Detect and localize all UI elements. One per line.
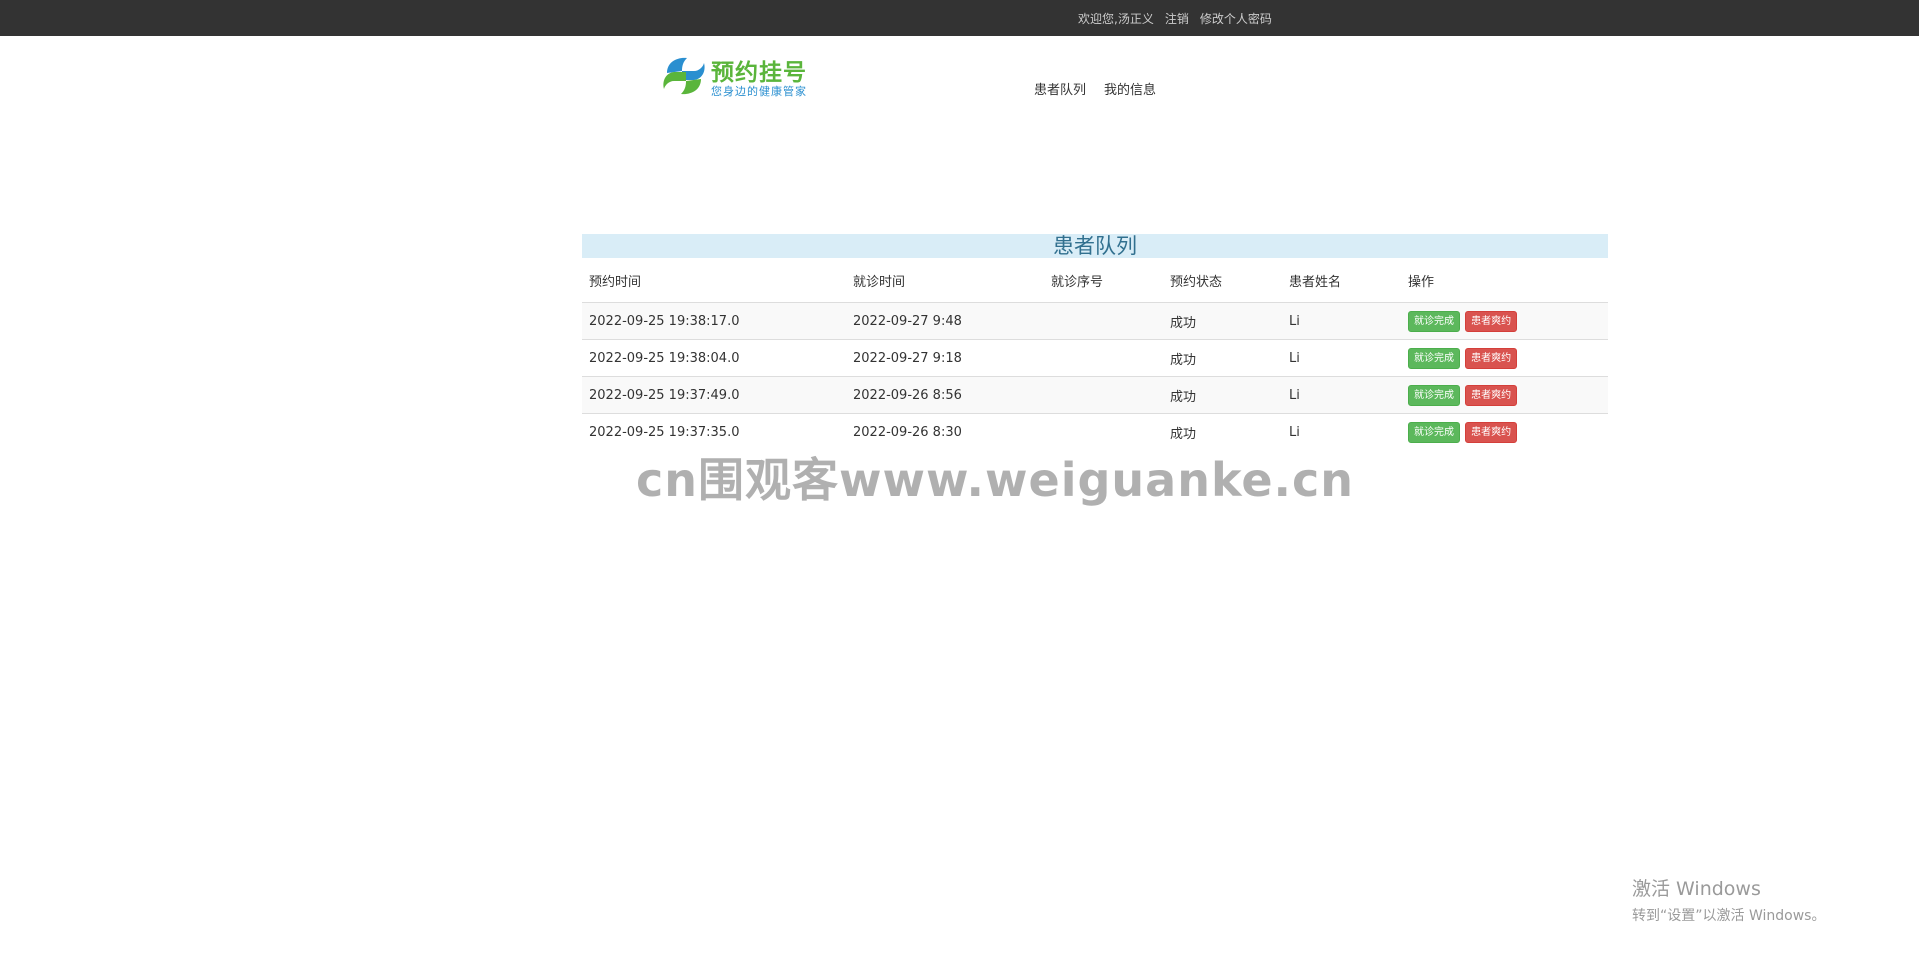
cell-sequence — [1044, 376, 1163, 414]
windows-activation-hint: 转到“设置”以激活 Windows。 — [1632, 908, 1826, 924]
table-row: 2022-09-25 19:37:49.0 2022-09-26 8:56 成功… — [582, 376, 1608, 414]
top-bar: 欢迎您,汤正义 注销 修改个人密码 — [0, 0, 1919, 36]
nav-item-my-info[interactable]: 我的信息 — [1104, 79, 1156, 98]
windows-activation-notice: 激活 Windows 转到“设置”以激活 Windows。 — [1632, 874, 1825, 925]
no-show-button[interactable]: 患者爽约 — [1465, 384, 1518, 406]
site-logo[interactable]: 预约挂号 您身边的健康管家 — [661, 51, 813, 101]
cell-visit-time: 2022-09-26 8:56 — [846, 376, 1044, 414]
cell-sequence — [1044, 339, 1163, 377]
welcome-text: 欢迎您,汤正义 — [1078, 11, 1154, 26]
table-row: 2022-09-25 19:38:17.0 2022-09-27 9:48 成功… — [582, 302, 1608, 340]
visit-done-button[interactable]: 就诊完成 — [1408, 310, 1460, 332]
cell-booking-time: 2022-09-25 19:38:17.0 — [582, 302, 846, 340]
no-show-button[interactable]: 患者爽约 — [1465, 421, 1518, 443]
cell-actions: 就诊完成 患者爽约 — [1401, 302, 1608, 340]
visit-done-button[interactable]: 就诊完成 — [1408, 347, 1460, 369]
no-show-button[interactable]: 患者爽约 — [1465, 310, 1518, 332]
cell-actions: 就诊完成 患者爽约 — [1401, 414, 1608, 451]
no-show-button[interactable]: 患者爽约 — [1465, 347, 1518, 369]
col-header-status: 预约状态 — [1163, 258, 1282, 303]
logo-title: 预约挂号 — [711, 60, 807, 86]
cell-visit-time: 2022-09-27 9:48 — [846, 302, 1044, 340]
cell-sequence — [1044, 302, 1163, 340]
cell-actions: 就诊完成 患者爽约 — [1401, 376, 1608, 414]
logout-link[interactable]: 注销 — [1165, 10, 1189, 27]
logo-cross-icon — [663, 55, 705, 97]
cell-patient-name: Li — [1282, 376, 1401, 414]
nav-item-patient-queue[interactable]: 患者队列 — [1034, 79, 1086, 98]
panel-title: 患者队列 — [582, 234, 1608, 258]
col-header-booking-time: 预约时间 — [582, 258, 846, 303]
site-watermark: cn围观客www.weiguanke.cn — [636, 453, 1355, 507]
cell-actions: 就诊完成 患者爽约 — [1401, 339, 1608, 377]
main-nav: 患者队列 我的信息 — [1034, 79, 1174, 98]
cell-status: 成功 — [1163, 376, 1282, 414]
logo-subtitle: 您身边的健康管家 — [711, 85, 807, 98]
col-header-actions: 操作 — [1401, 258, 1608, 303]
change-password-link[interactable]: 修改个人密码 — [1200, 10, 1272, 27]
cell-status: 成功 — [1163, 302, 1282, 340]
col-header-visit-time: 就诊时间 — [846, 258, 1044, 303]
cell-booking-time: 2022-09-25 19:37:49.0 — [582, 376, 846, 414]
windows-activation-title: 激活 Windows — [1632, 878, 1761, 900]
patient-queue-panel: 患者队列 预约时间 就诊时间 就诊序号 预约状态 患者姓名 操作 2022-09… — [582, 234, 1608, 450]
table-header-row: 预约时间 就诊时间 就诊序号 预约状态 患者姓名 操作 — [582, 258, 1608, 303]
table-row: 2022-09-25 19:38:04.0 2022-09-27 9:18 成功… — [582, 339, 1608, 377]
cell-booking-time: 2022-09-25 19:38:04.0 — [582, 339, 846, 377]
cell-patient-name: Li — [1282, 302, 1401, 340]
col-header-patient-name: 患者姓名 — [1282, 258, 1401, 303]
visit-done-button[interactable]: 就诊完成 — [1408, 421, 1460, 443]
cell-status: 成功 — [1163, 339, 1282, 377]
cell-visit-time: 2022-09-27 9:18 — [846, 339, 1044, 377]
cell-patient-name: Li — [1282, 339, 1401, 377]
top-bar-links: 欢迎您,汤正义 注销 修改个人密码 — [1078, 0, 1283, 36]
col-header-sequence: 就诊序号 — [1044, 258, 1163, 303]
patient-queue-table: 预约时间 就诊时间 就诊序号 预约状态 患者姓名 操作 2022-09-25 1… — [582, 258, 1608, 450]
visit-done-button[interactable]: 就诊完成 — [1408, 384, 1460, 406]
